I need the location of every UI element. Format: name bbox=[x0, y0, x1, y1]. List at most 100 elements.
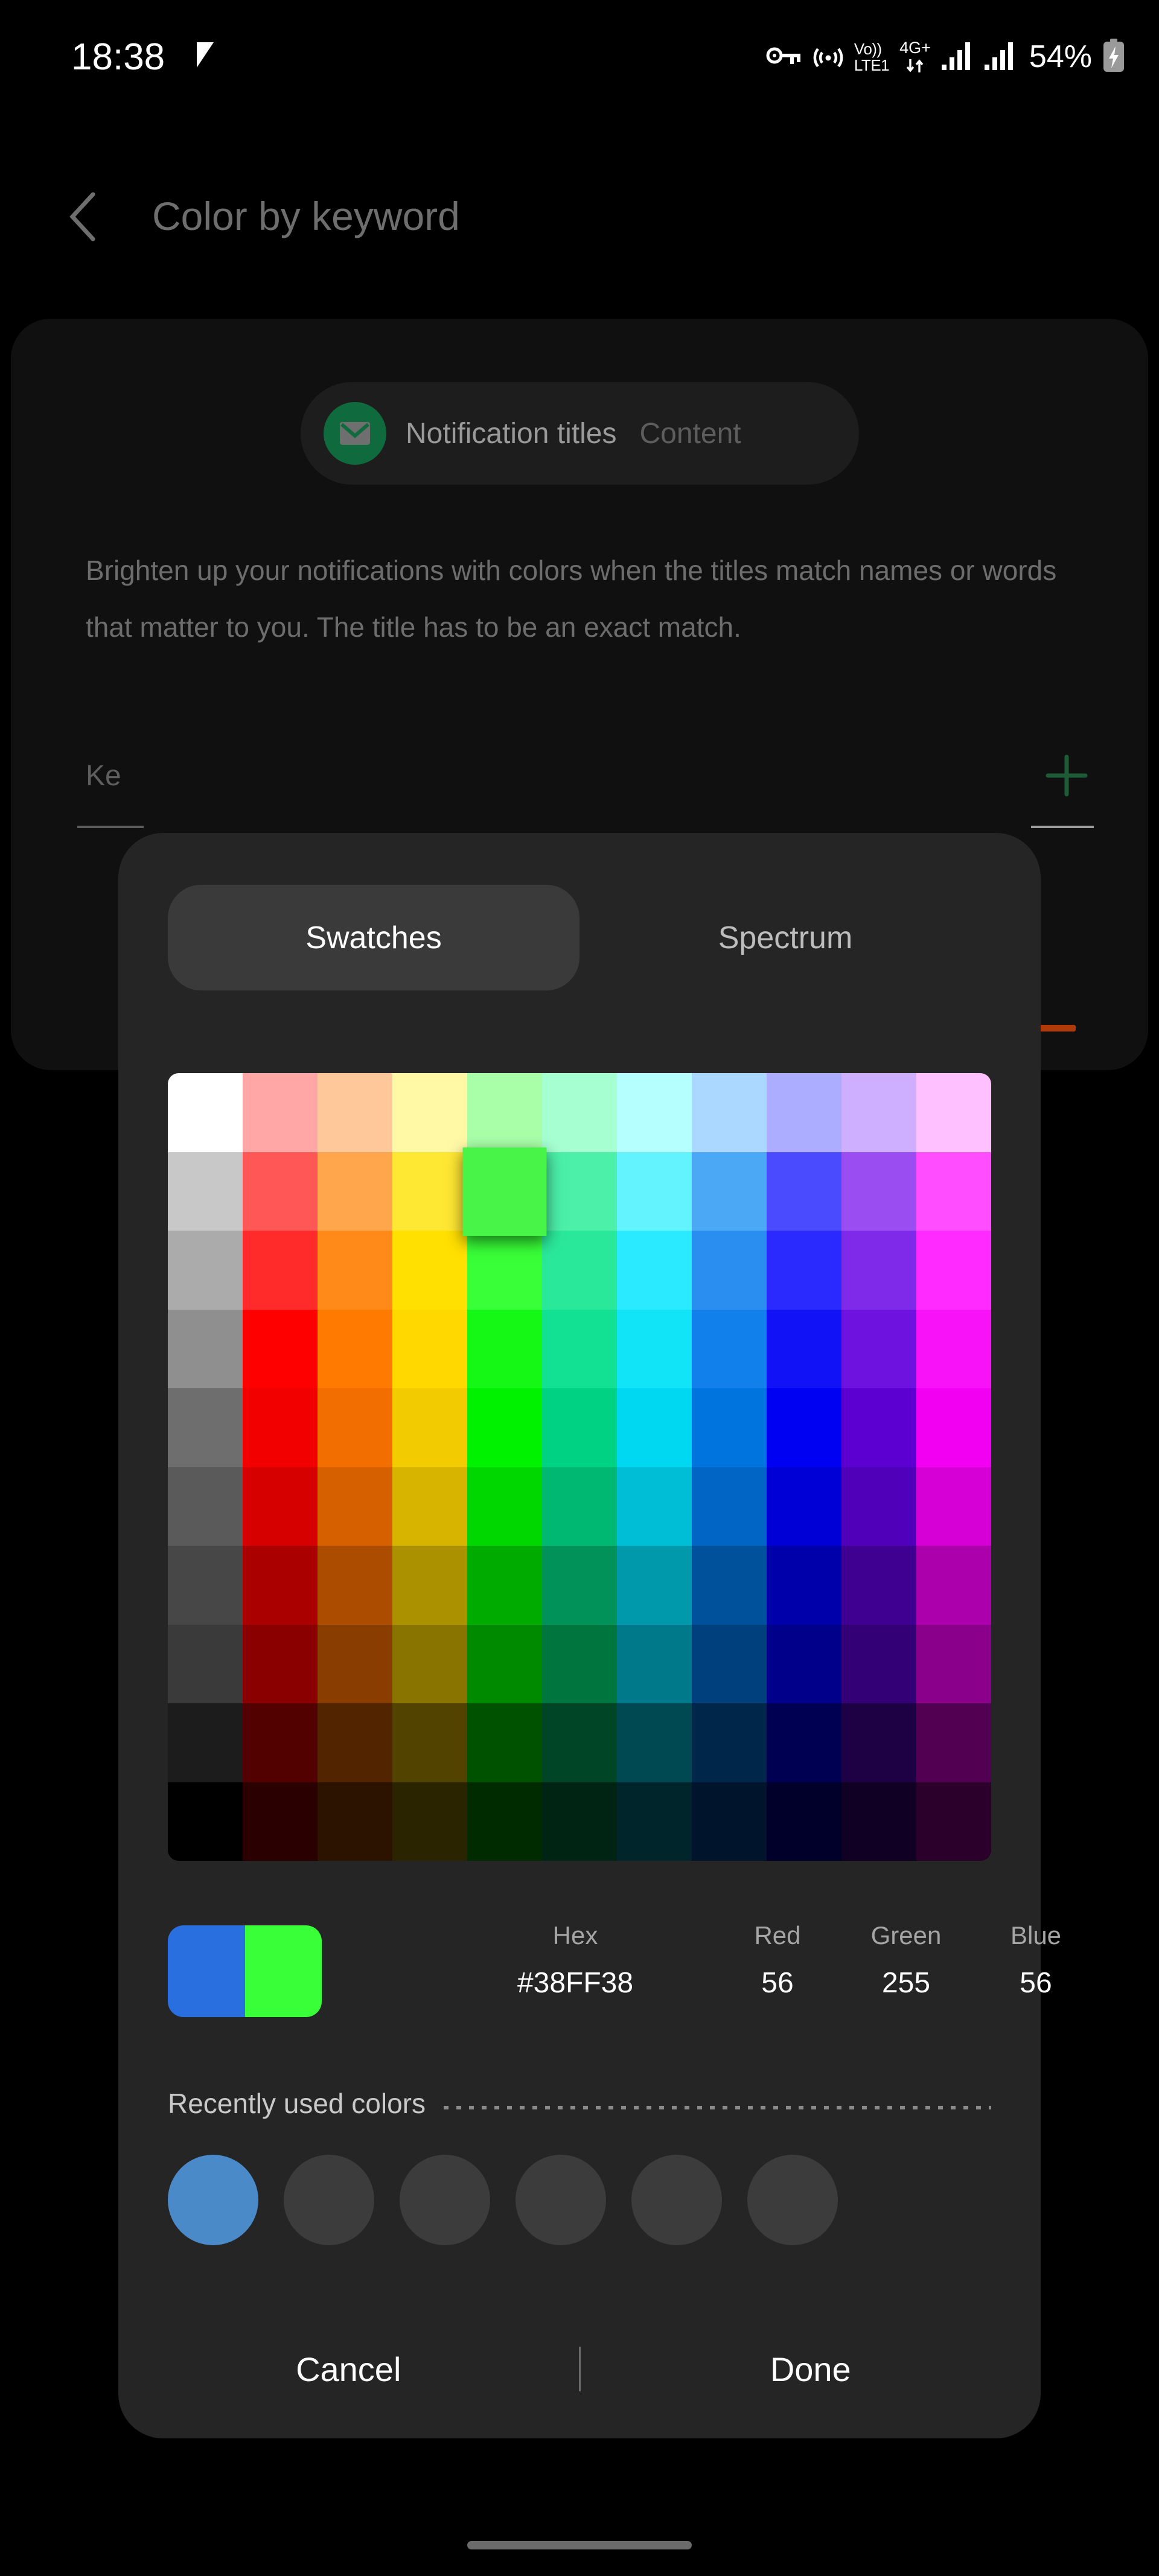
swatch-cell[interactable] bbox=[692, 1152, 767, 1231]
swatch-cell[interactable] bbox=[767, 1624, 841, 1703]
swatch-cell[interactable] bbox=[692, 1073, 767, 1152]
tab-content[interactable]: Content bbox=[639, 417, 741, 450]
swatch-cell[interactable] bbox=[318, 1231, 392, 1310]
swatch-cell[interactable] bbox=[243, 1546, 318, 1625]
swatch-cell-selected[interactable] bbox=[462, 1147, 547, 1235]
recent-color-swatch-empty[interactable] bbox=[284, 2155, 374, 2245]
recently-used-swatches[interactable] bbox=[168, 2155, 1013, 2245]
swatch-cell[interactable] bbox=[168, 1388, 243, 1467]
swatch-cell[interactable] bbox=[617, 1703, 692, 1782]
swatch-cell[interactable] bbox=[841, 1546, 916, 1625]
swatch-cell[interactable] bbox=[767, 1152, 841, 1231]
swatch-cell[interactable] bbox=[467, 1703, 542, 1782]
blue-value-column[interactable]: Blue 56 bbox=[982, 1917, 1090, 2012]
swatch-cell[interactable] bbox=[542, 1467, 617, 1546]
tab-spectrum[interactable]: Spectrum bbox=[580, 885, 991, 990]
swatch-cell[interactable] bbox=[767, 1703, 841, 1782]
swatch-cell[interactable] bbox=[392, 1152, 467, 1231]
swatch-cell[interactable] bbox=[542, 1388, 617, 1467]
swatch-cell[interactable] bbox=[318, 1467, 392, 1546]
swatch-cell[interactable] bbox=[916, 1388, 991, 1467]
swatch-cell[interactable] bbox=[617, 1624, 692, 1703]
swatch-cell[interactable] bbox=[617, 1388, 692, 1467]
swatch-cell[interactable] bbox=[467, 1073, 542, 1152]
swatch-cell[interactable] bbox=[841, 1073, 916, 1152]
swatch-cell[interactable] bbox=[318, 1152, 392, 1231]
swatch-cell[interactable] bbox=[617, 1782, 692, 1861]
tab-notification-titles[interactable]: Notification titles bbox=[406, 417, 616, 450]
plus-icon[interactable] bbox=[1043, 752, 1090, 799]
recent-color-swatch-empty[interactable] bbox=[516, 2155, 606, 2245]
swatch-cell[interactable] bbox=[467, 1546, 542, 1625]
swatch-cell[interactable] bbox=[318, 1546, 392, 1625]
swatch-cell[interactable] bbox=[916, 1624, 991, 1703]
swatch-cell[interactable] bbox=[243, 1073, 318, 1152]
swatch-cell[interactable] bbox=[692, 1624, 767, 1703]
color-swatch-grid[interactable] bbox=[168, 1073, 991, 1861]
gesture-home-bar[interactable] bbox=[467, 2541, 692, 2549]
swatch-cell[interactable] bbox=[318, 1309, 392, 1388]
recent-color-swatch-empty[interactable] bbox=[400, 2155, 490, 2245]
swatch-cell[interactable] bbox=[467, 1309, 542, 1388]
swatch-cell[interactable] bbox=[168, 1152, 243, 1231]
swatch-cell[interactable] bbox=[692, 1467, 767, 1546]
swatch-cell[interactable] bbox=[392, 1073, 467, 1152]
swatch-cell[interactable] bbox=[841, 1624, 916, 1703]
swatch-cell[interactable] bbox=[467, 1782, 542, 1861]
back-button[interactable] bbox=[58, 183, 109, 250]
swatch-cell[interactable] bbox=[692, 1546, 767, 1625]
swatch-cell[interactable] bbox=[767, 1546, 841, 1625]
swatch-cell[interactable] bbox=[318, 1703, 392, 1782]
swatch-cell[interactable] bbox=[243, 1624, 318, 1703]
swatch-cell[interactable] bbox=[542, 1546, 617, 1625]
swatch-cell[interactable] bbox=[243, 1231, 318, 1310]
swatch-cell[interactable] bbox=[767, 1467, 841, 1546]
swatch-cell[interactable] bbox=[916, 1073, 991, 1152]
swatch-cell[interactable] bbox=[318, 1073, 392, 1152]
tab-swatches[interactable]: Swatches bbox=[168, 885, 580, 990]
swatch-cell[interactable] bbox=[168, 1309, 243, 1388]
swatch-cell[interactable] bbox=[168, 1703, 243, 1782]
swatch-cell[interactable] bbox=[617, 1546, 692, 1625]
swatch-cell[interactable] bbox=[467, 1467, 542, 1546]
swatch-cell[interactable] bbox=[841, 1782, 916, 1861]
notification-scope-segmented-control[interactable]: Notification titles Content bbox=[301, 382, 859, 485]
swatch-cell[interactable] bbox=[767, 1231, 841, 1310]
hex-value-column[interactable]: Hex #38FF38 bbox=[485, 1917, 666, 2012]
swatch-cell[interactable] bbox=[841, 1309, 916, 1388]
swatch-cell[interactable] bbox=[243, 1467, 318, 1546]
swatch-cell[interactable] bbox=[916, 1782, 991, 1861]
swatch-cell[interactable] bbox=[467, 1388, 542, 1467]
cancel-button[interactable]: Cancel bbox=[118, 2350, 579, 2389]
swatch-cell[interactable] bbox=[542, 1782, 617, 1861]
swatch-cell[interactable] bbox=[542, 1703, 617, 1782]
swatch-cell[interactable] bbox=[392, 1388, 467, 1467]
swatch-cell[interactable] bbox=[168, 1467, 243, 1546]
swatch-cell[interactable] bbox=[692, 1388, 767, 1467]
recent-color-swatch-empty[interactable] bbox=[747, 2155, 838, 2245]
swatch-cell[interactable] bbox=[617, 1309, 692, 1388]
swatch-cell[interactable] bbox=[617, 1467, 692, 1546]
swatch-cell[interactable] bbox=[692, 1231, 767, 1310]
swatch-cell[interactable] bbox=[841, 1231, 916, 1310]
swatch-cell[interactable] bbox=[841, 1467, 916, 1546]
swatch-cell[interactable] bbox=[392, 1782, 467, 1861]
recent-color-swatch[interactable] bbox=[168, 2155, 258, 2245]
swatch-cell[interactable] bbox=[542, 1073, 617, 1152]
swatch-cell[interactable] bbox=[542, 1624, 617, 1703]
swatch-cell[interactable] bbox=[617, 1152, 692, 1231]
swatch-cell[interactable] bbox=[542, 1309, 617, 1388]
swatch-cell[interactable] bbox=[916, 1309, 991, 1388]
swatch-cell[interactable] bbox=[168, 1782, 243, 1861]
swatch-cell[interactable] bbox=[916, 1152, 991, 1231]
swatch-cell[interactable] bbox=[692, 1782, 767, 1861]
swatch-cell[interactable] bbox=[841, 1152, 916, 1231]
swatch-cell[interactable] bbox=[916, 1703, 991, 1782]
swatch-cell[interactable] bbox=[168, 1231, 243, 1310]
swatch-cell[interactable] bbox=[168, 1073, 243, 1152]
swatch-cell[interactable] bbox=[392, 1624, 467, 1703]
swatch-cell[interactable] bbox=[767, 1782, 841, 1861]
swatch-cell[interactable] bbox=[692, 1309, 767, 1388]
swatch-cell[interactable] bbox=[392, 1231, 467, 1310]
swatch-cell[interactable] bbox=[392, 1309, 467, 1388]
